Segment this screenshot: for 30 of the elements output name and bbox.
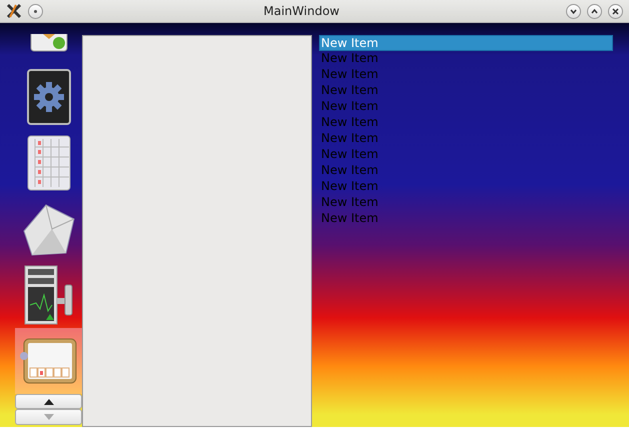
meter-icon (24, 265, 74, 325)
selected-tool-item[interactable] (15, 328, 82, 394)
scroll-up-button[interactable] (15, 394, 82, 409)
list-item[interactable]: New Item (319, 99, 613, 115)
list-item[interactable]: New Item (319, 83, 613, 99)
minimize-button[interactable] (566, 4, 581, 18)
close-icon (611, 6, 620, 16)
triangle-down-icon (44, 414, 54, 420)
dot-icon (33, 8, 38, 14)
close-button[interactable] (608, 4, 623, 18)
list-item[interactable]: New Item (319, 131, 613, 147)
chevron-up-icon (590, 6, 599, 16)
list-item[interactable]: New Item (319, 67, 613, 83)
list-item[interactable]: New Item (319, 163, 613, 179)
list-item[interactable]: New Item (319, 195, 613, 211)
window-menu-button[interactable] (28, 4, 43, 18)
window-title: MainWindow (262, 4, 340, 18)
list-item[interactable]: New Item (319, 51, 613, 67)
list-item[interactable]: New Item (319, 35, 613, 51)
chevron-down-icon (569, 6, 578, 16)
list-item[interactable]: New Item (319, 147, 613, 163)
clipboard-icon (20, 338, 78, 384)
calendar-icon (26, 135, 70, 191)
triangle-up-icon (44, 398, 54, 404)
gear-icon (26, 69, 70, 125)
maximize-button[interactable] (587, 4, 602, 18)
app-logo-icon[interactable] (6, 3, 22, 19)
list-item[interactable]: New Item (319, 179, 613, 195)
list-item[interactable]: New Item (319, 211, 613, 227)
list-item[interactable]: New Item (319, 115, 613, 131)
